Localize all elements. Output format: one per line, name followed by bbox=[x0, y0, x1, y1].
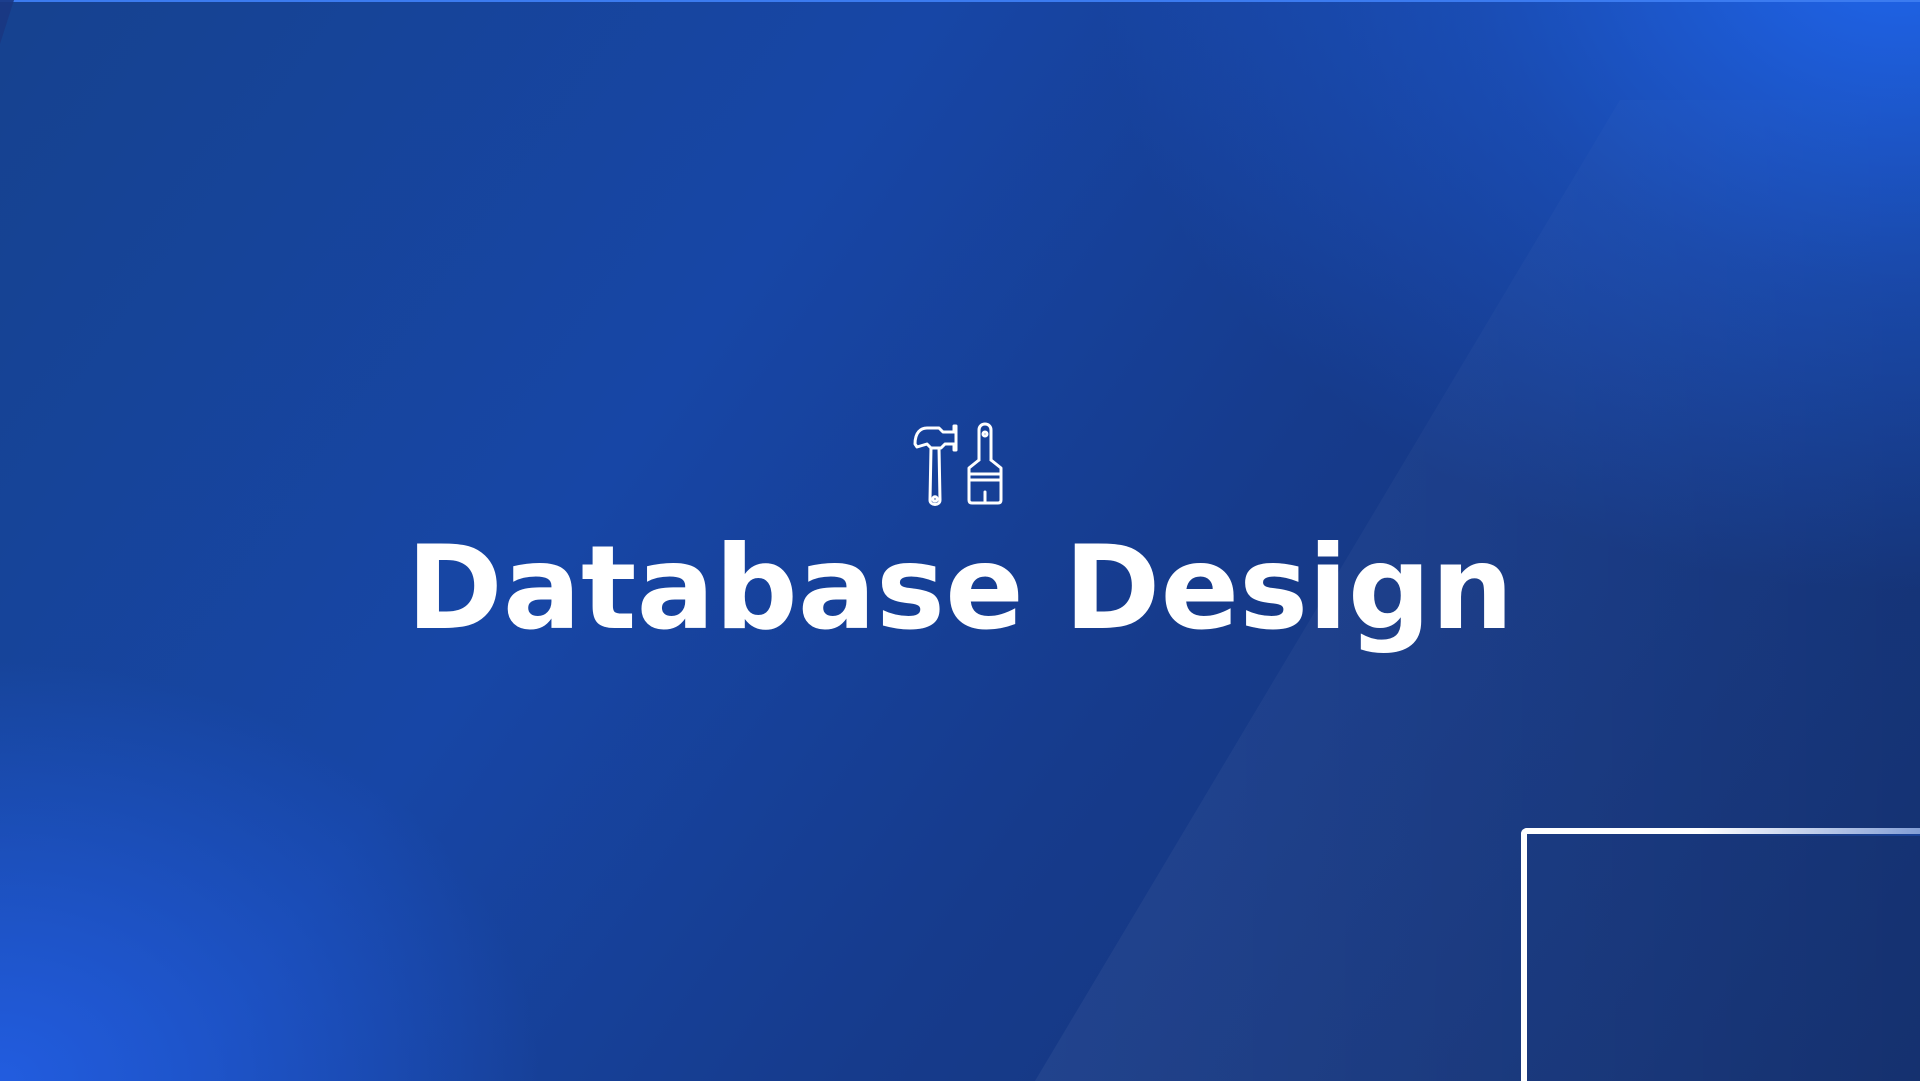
corner-accent bbox=[0, 0, 14, 44]
corner-frame bbox=[1521, 828, 1920, 1081]
top-accent-line bbox=[0, 0, 1920, 2]
slide-background: Database Design bbox=[0, 0, 1920, 1081]
hero: Database Design bbox=[0, 420, 1920, 653]
page-title: Database Design bbox=[406, 521, 1514, 656]
frame-fade bbox=[1700, 828, 1920, 836]
hammer-and-paintbrush-icon bbox=[905, 420, 1015, 510]
